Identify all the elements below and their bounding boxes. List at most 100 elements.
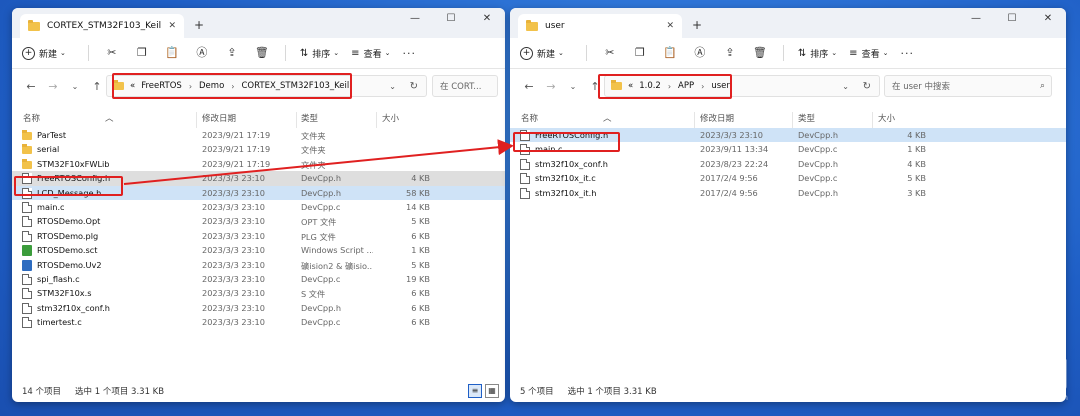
back-icon[interactable]: ← (20, 80, 42, 93)
details-view-icon[interactable]: ≡ (468, 384, 482, 398)
new-button[interactable]: + 新建 ⌄ (520, 46, 564, 60)
up-icon[interactable]: ↑ (86, 80, 108, 93)
col-size[interactable]: 大小 (878, 112, 895, 124)
view-button[interactable]: ≡ 查看 ⌄ (351, 47, 390, 60)
chevron-down-icon: ⌄ (384, 49, 391, 57)
plus-icon: + (520, 46, 533, 60)
file-name: spi_flash.c (37, 273, 80, 284)
table-row[interactable]: spi_flash.c 2023/3/3 23:10 DevCpp.c 19 KB (12, 272, 505, 286)
tab-active[interactable]: user ✕ (518, 14, 682, 38)
col-date[interactable]: 修改日期 (700, 112, 734, 124)
file-type: 礦ision2 & 礦isio... (301, 260, 373, 271)
back-icon[interactable]: ← (518, 80, 540, 93)
table-row[interactable]: STM32F10xFWLib 2023/9/21 17:19 文件夹 (12, 157, 505, 171)
col-date[interactable]: 修改日期 (202, 112, 236, 124)
sort-button[interactable]: ⇅ 排序 ⌄ (300, 47, 339, 60)
tiles-view-icon[interactable]: ▦ (485, 384, 499, 398)
chevron-down-icon[interactable]: ⌄ (842, 82, 849, 91)
recent-chevron-icon[interactable]: ⌄ (562, 82, 584, 91)
file-icon (520, 187, 530, 199)
divider (782, 45, 784, 61)
file-type: DevCpp.h (301, 302, 342, 313)
table-row[interactable]: stm32f10x_conf.h 2023/8/23 22:24 DevCpp.h 4… (510, 157, 1066, 171)
paste-icon[interactable]: 📋 (663, 46, 677, 60)
more-icon[interactable]: ··· (900, 47, 914, 60)
refresh-icon[interactable]: ↻ (410, 81, 418, 92)
share-icon[interactable]: ⇪ (225, 46, 239, 60)
col-type[interactable]: 类型 (301, 112, 318, 124)
sort-button[interactable]: ⇅ 排序 ⌄ (798, 47, 837, 60)
folder-icon (526, 19, 538, 31)
maximize-button[interactable]: ☐ (433, 8, 469, 32)
table-row[interactable]: RTOSDemo.plg 2023/3/3 23:10 PLG 文件 6 KB (12, 229, 505, 243)
file-name: RTOSDemo.plg (37, 230, 99, 241)
close-tab-icon[interactable]: ✕ (666, 21, 674, 31)
file-name: stm32f10x_it.c (535, 173, 596, 184)
file-type: PLG 文件 (301, 231, 336, 242)
table-row[interactable]: stm32f10x_it.h 2017/2/4 9:56 DevCpp.h 3 KB (510, 186, 1066, 200)
rename-icon[interactable]: Ⓐ (693, 46, 707, 60)
file-icon (22, 259, 32, 271)
rename-icon[interactable]: Ⓐ (195, 46, 209, 60)
divider (87, 45, 89, 61)
close-window-button[interactable]: ✕ (469, 8, 505, 32)
search-input[interactable]: 在 CORT... (432, 75, 498, 97)
file-size: 6 KB (411, 288, 430, 299)
table-row[interactable]: timertest.c 2023/3/3 23:10 DevCpp.c 6 KB (12, 315, 505, 329)
delete-icon[interactable]: 🗑 (753, 46, 767, 60)
table-row[interactable]: serial 2023/9/21 17:19 文件夹 (12, 142, 505, 156)
minimize-button[interactable]: — (958, 8, 994, 32)
close-tab-icon[interactable]: ✕ (168, 21, 176, 31)
file-size: 1 KB (411, 245, 430, 256)
forward-icon[interactable]: → (42, 80, 64, 93)
file-date: 2023/3/3 23:10 (700, 130, 763, 140)
chevron-down-icon: ⌄ (831, 49, 838, 57)
table-row[interactable]: RTOSDemo.Opt 2023/3/3 23:10 OPT 文件 5 KB (12, 214, 505, 228)
forward-icon[interactable]: → (540, 80, 562, 93)
new-tab-button[interactable]: + (194, 18, 204, 32)
file-type: OPT 文件 (301, 217, 337, 228)
file-size: 4 KB (411, 173, 430, 184)
col-type[interactable]: 类型 (798, 112, 815, 124)
sort-label: 排序 (312, 49, 331, 60)
col-name[interactable]: 名称 (521, 112, 538, 124)
recent-chevron-icon[interactable]: ⌄ (64, 82, 86, 91)
table-row[interactable]: RTOSDemo.sct 2023/3/3 23:10 Windows Script… (12, 243, 505, 257)
view-button[interactable]: ≡ 查看 ⌄ (849, 47, 888, 60)
more-icon[interactable]: ··· (402, 47, 416, 60)
share-icon[interactable]: ⇪ (723, 46, 737, 60)
file-name: stm32f10x_conf.h (37, 302, 110, 313)
col-name[interactable]: 名称 (23, 112, 40, 124)
new-label: 新建 (39, 49, 58, 60)
close-window-button[interactable]: ✕ (1030, 8, 1066, 32)
file-type: DevCpp.h (798, 130, 839, 140)
table-row[interactable]: stm32f10x_conf.h 2023/3/3 23:10 DevCpp.h 6 … (12, 301, 505, 315)
col-size[interactable]: 大小 (382, 112, 399, 124)
table-row[interactable]: ParTest 2023/9/21 17:19 文件夹 (12, 128, 505, 142)
table-row[interactable]: stm32f10x_it.c 2017/2/4 9:56 DevCpp.c 5 KB (510, 171, 1066, 185)
refresh-icon[interactable]: ↻ (863, 81, 871, 92)
table-row[interactable]: main.c 2023/3/3 23:10 DevCpp.c 14 KB (12, 200, 505, 214)
file-list: ParTest 2023/9/21 17:19 文件夹 serial 2023/9/21… (12, 128, 505, 329)
minimize-button[interactable]: — (397, 8, 433, 32)
table-row[interactable]: STM32F10x.s 2023/3/3 23:10 S 文件 6 KB (12, 286, 505, 300)
copy-icon[interactable]: ❐ (135, 46, 149, 60)
view-icon: ≡ (849, 47, 858, 59)
view-label: 查看 (363, 49, 382, 60)
search-input[interactable]: 在 user 中搜索 ⌕ (884, 75, 1052, 97)
chevron-down-icon: ⌄ (558, 49, 564, 57)
delete-icon[interactable]: 🗑 (255, 46, 269, 60)
paste-icon[interactable]: 📋 (165, 46, 179, 60)
cut-icon[interactable]: ✂ (603, 46, 617, 60)
cut-icon[interactable]: ✂ (105, 46, 119, 60)
maximize-button[interactable]: ☐ (994, 8, 1030, 32)
view-icon: ≡ (351, 47, 360, 59)
tab-active[interactable]: CORTEX_STM32F103_Keil ✕ (20, 14, 184, 38)
file-name: RTOSDemo.sct (37, 245, 98, 256)
new-tab-button[interactable]: + (692, 18, 702, 32)
table-row[interactable]: RTOSDemo.Uv2 2023/3/3 23:10 礦ision2 & 礦isi… (12, 258, 505, 272)
copy-icon[interactable]: ❐ (633, 46, 647, 60)
new-button[interactable]: + 新建 ⌄ (22, 46, 66, 60)
file-type: S 文件 (301, 289, 326, 300)
chevron-down-icon[interactable]: ⌄ (389, 82, 396, 91)
